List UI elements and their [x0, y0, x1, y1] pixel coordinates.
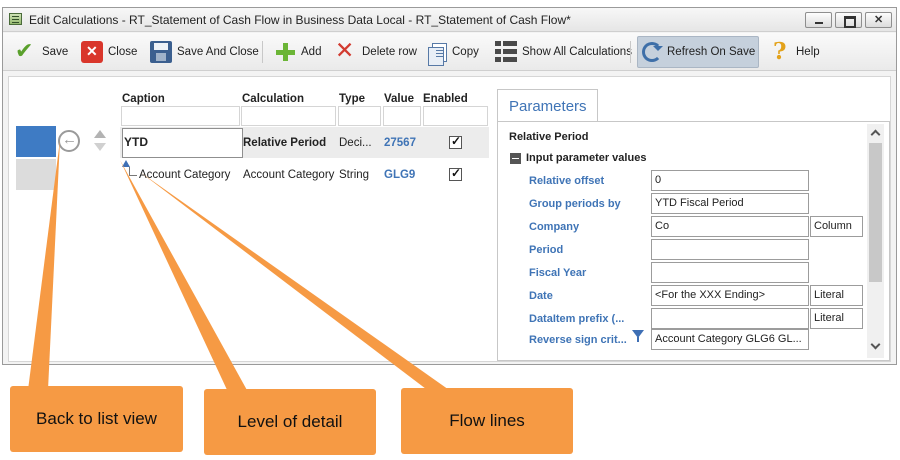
callout-flow-lines: Flow lines — [401, 388, 573, 454]
back-callout-pointer — [28, 140, 60, 390]
callout-level-of-detail: Level of detail — [204, 389, 376, 455]
callout-back-to-list-view: Back to list view — [10, 386, 183, 452]
level-callout-pointer — [120, 160, 248, 392]
